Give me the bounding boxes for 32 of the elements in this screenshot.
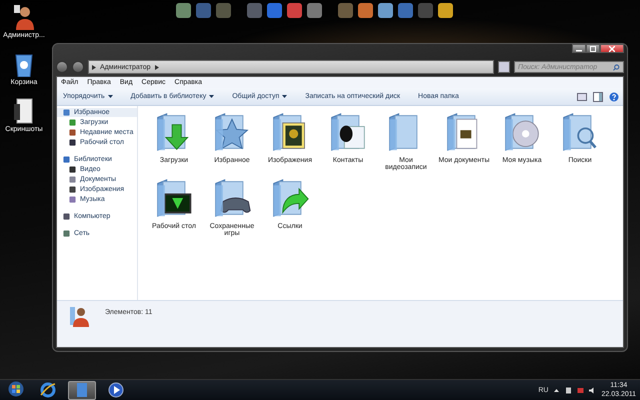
forward-button[interactable]	[72, 61, 84, 73]
maximize-button[interactable]	[586, 44, 600, 53]
user-icon	[69, 305, 89, 327]
back-button[interactable]	[56, 61, 68, 73]
maximize-icon	[590, 46, 596, 52]
app-icon[interactable]	[306, 2, 323, 19]
chevron-icon	[92, 64, 96, 70]
up-arrow-icon[interactable]	[553, 386, 560, 394]
speaker-icon[interactable]	[589, 386, 596, 394]
search-icon	[613, 64, 620, 70]
play-icon	[108, 382, 124, 398]
help-icon[interactable]	[609, 92, 619, 102]
app-icon[interactable]	[286, 2, 303, 19]
minimize-button[interactable]	[572, 44, 586, 53]
app-icon[interactable]	[357, 2, 374, 19]
app-icon[interactable]	[266, 2, 283, 19]
refresh-button[interactable]	[498, 61, 510, 73]
app-icon[interactable]	[175, 2, 192, 19]
user-icon	[13, 4, 35, 30]
app-icon[interactable]	[397, 2, 414, 19]
pane-icon[interactable]	[593, 92, 603, 102]
close-button[interactable]	[600, 44, 624, 53]
browser-icon	[40, 382, 56, 398]
chevron-icon	[154, 64, 159, 70]
close-icon	[609, 46, 615, 52]
notes-icon	[13, 98, 35, 124]
app-icon[interactable]	[437, 2, 454, 19]
folder-icon	[74, 382, 90, 398]
windows-logo	[8, 380, 24, 396]
view-icon[interactable]	[577, 92, 587, 102]
app-icon[interactable]	[377, 2, 394, 19]
taskbar-button[interactable]	[68, 380, 96, 400]
